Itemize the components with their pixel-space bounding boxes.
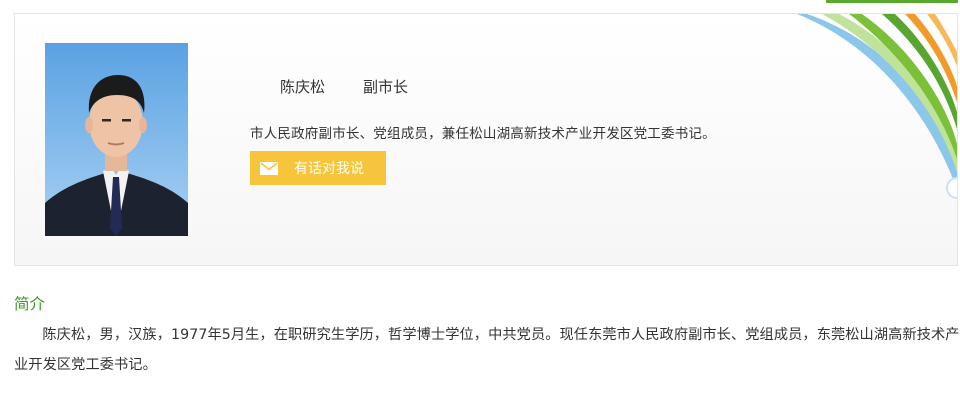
official-name: 陈庆松 (280, 78, 326, 96)
intro-text: 陈庆松，男，汉族，1977年5月生，在职研究生学历，哲学博士学位，中共党员。现任… (14, 327, 960, 373)
official-portrait-photo (45, 43, 188, 236)
leave-message-label: 有话对我说 (294, 161, 364, 177)
intro-heading: 简介 (14, 295, 46, 313)
official-duties: 市人民政府副市长、党组成员，兼任松山湖高新技术产业开发区党工委书记。 (250, 126, 716, 142)
decorative-swoosh (797, 14, 957, 189)
top-tab-indicator (826, 0, 958, 3)
mail-icon (260, 161, 278, 175)
leave-message-button[interactable]: 有话对我说 (250, 151, 386, 185)
profile-card: 陈庆松 副市长 市人民政府副市长、党组成员，兼任松山湖高新技术产业开发区党工委书… (14, 13, 958, 266)
name-and-title-row: 陈庆松 副市长 (280, 76, 408, 97)
official-position: 副市长 (363, 78, 409, 96)
